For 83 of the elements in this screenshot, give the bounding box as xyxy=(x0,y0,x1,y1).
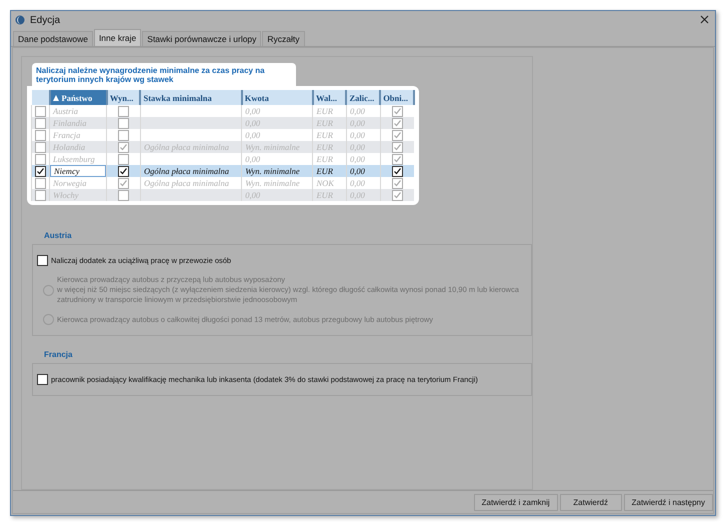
table-cell: 0,00 xyxy=(350,118,365,128)
row-checkbox[interactable] xyxy=(35,130,46,141)
table-cell: EUR xyxy=(316,190,333,200)
confirm-button[interactable]: Zatwierdź xyxy=(560,494,622,511)
table-cell: 0,00 xyxy=(350,166,365,176)
table-cell: Wyn. minimalne xyxy=(245,166,300,176)
table-cell: Austria xyxy=(53,106,78,116)
row-checkbox[interactable] xyxy=(35,154,46,165)
checkbox[interactable] xyxy=(392,166,403,177)
table-cell: 0,00 xyxy=(350,154,365,164)
table-cell: EUR xyxy=(316,154,333,164)
checkbox[interactable] xyxy=(392,106,403,117)
table-cell: EUR xyxy=(316,106,333,116)
column-header[interactable]: Wal... xyxy=(312,90,346,105)
tab[interactable]: Stawki porównawcze i urlopy xyxy=(142,31,262,46)
checkbox[interactable] xyxy=(118,118,130,129)
table-cell: Holandia xyxy=(53,142,86,152)
app-icon xyxy=(15,15,25,25)
table-cell: EUR xyxy=(316,142,333,152)
column-header[interactable]: Obni... xyxy=(380,90,414,105)
section-title: Austria xyxy=(44,231,73,240)
checkbox[interactable] xyxy=(118,130,130,141)
header-cell xyxy=(32,90,50,105)
checkbox[interactable] xyxy=(118,190,130,201)
checkbox[interactable] xyxy=(118,106,130,117)
tab[interactable]: Dane podstawowe xyxy=(13,31,93,46)
table-cell: Ogólna płaca minimalna xyxy=(144,166,229,176)
checkbox[interactable] xyxy=(118,178,130,189)
tab[interactable]: Inne kraje xyxy=(94,29,142,46)
table-cell: Norwegia xyxy=(53,178,87,188)
tab[interactable]: Ryczałty xyxy=(262,31,305,46)
section-title: Francja xyxy=(44,350,74,359)
table-cell: EUR xyxy=(316,166,333,176)
table-cell: 0,00 xyxy=(350,190,365,200)
table-cell: Francja xyxy=(53,130,80,140)
table-cell: Ogólna płaca minimalna xyxy=(144,142,229,152)
table-heading: Naliczaj należne wynagrodzenie minimalne za czas pracy na terytorium innych krajów wg stawek xyxy=(32,63,296,86)
table-cell: EUR xyxy=(316,130,333,140)
table-cell: 0,00 xyxy=(245,154,260,164)
checkbox[interactable] xyxy=(392,142,403,153)
checkbox[interactable] xyxy=(118,142,130,153)
country-edit-field[interactable]: Niemcy xyxy=(50,165,106,177)
sort-up-icon xyxy=(52,94,58,100)
row-checkbox[interactable] xyxy=(35,106,46,117)
row-checkbox[interactable] xyxy=(35,142,46,153)
column-header[interactable]: Państwo xyxy=(50,90,107,105)
checkbox[interactable] xyxy=(392,130,403,141)
table-cell: Wyn. minimalne xyxy=(245,142,300,152)
column-header[interactable]: Stawka minimalna xyxy=(140,90,242,105)
table-cell: 0,00 xyxy=(245,190,260,200)
table-cell: 0,00 xyxy=(350,142,365,152)
table-cell: Wyn. minimalne xyxy=(245,178,300,188)
checkbox[interactable] xyxy=(392,190,403,201)
checkbox[interactable] xyxy=(37,255,48,266)
table-cell: Luksemburg xyxy=(53,154,95,164)
checkbox[interactable] xyxy=(392,118,403,129)
checkbox[interactable] xyxy=(118,154,130,165)
table-cell: Ogólna płaca minimalna xyxy=(144,178,229,188)
table-cell: 0,00 xyxy=(245,106,260,116)
row-checkbox[interactable] xyxy=(35,190,46,201)
row-checkbox[interactable] xyxy=(35,118,46,129)
table-cell: Finlandia xyxy=(53,118,87,128)
checkbox[interactable] xyxy=(392,154,403,165)
table-cell: 0,00 xyxy=(245,130,260,140)
column-header[interactable]: Kwota xyxy=(242,90,313,105)
row-checkbox[interactable] xyxy=(35,178,46,189)
column-header[interactable]: Zalic... xyxy=(346,90,380,105)
row-checkbox[interactable] xyxy=(35,166,46,177)
table-cell: EUR xyxy=(316,118,333,128)
checkbox[interactable] xyxy=(118,166,130,177)
window-title: Edycja xyxy=(30,14,62,26)
table-cell: 0,00 xyxy=(350,178,365,188)
checkbox[interactable] xyxy=(392,178,403,189)
table-cell: 0,00 xyxy=(350,106,365,116)
table-cell: NOK xyxy=(316,178,334,188)
confirm-button[interactable]: Zatwierdź i następny xyxy=(624,494,713,511)
table-cell: 0,00 xyxy=(245,118,260,128)
confirm-button[interactable]: Zatwierdź i zamknij xyxy=(474,494,558,511)
table-cell: 0,00 xyxy=(350,130,365,140)
column-header[interactable]: Wyn... xyxy=(106,90,140,105)
checkbox[interactable] xyxy=(37,374,48,385)
table-row[interactable]: Niemcy Ogólna płaca minimalna Wyn. minimalne EUR 0,00 xyxy=(32,165,414,177)
table-cell: Włochy xyxy=(53,190,78,200)
